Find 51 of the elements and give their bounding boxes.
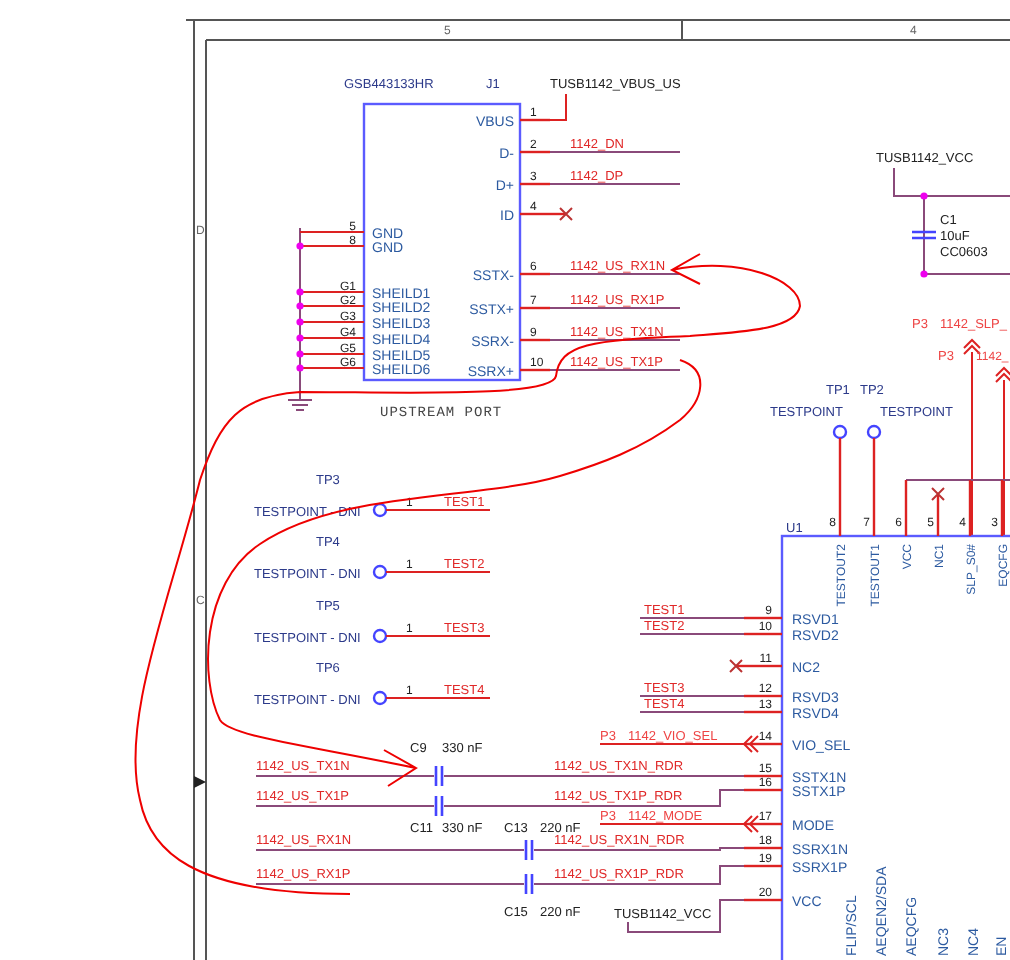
pin-line [299,231,365,233]
junction-dot [296,334,304,342]
pin-line [299,291,365,293]
testpoint-icon [372,690,388,706]
capacitor-icon [524,872,534,896]
junction-dot [296,364,304,372]
ground-icon [287,399,313,411]
wire [639,695,745,697]
testpoint-icon [372,628,388,644]
offpage-arrow-icon [742,735,759,753]
pin-line [299,245,365,247]
capacitor-icon [434,764,444,788]
junction-dot [296,318,304,326]
junction-dot [296,242,304,250]
wire [639,617,745,619]
junction-dot [920,270,928,278]
no-connect-icon [559,207,573,221]
junction-dot [296,350,304,358]
offpage-arrow-icon [963,338,981,355]
pin-line [299,367,365,369]
junction-dot [296,288,304,296]
offpage-arrow-icon [742,815,759,833]
arrow-icon [194,776,206,788]
capacitor-icon [910,230,938,240]
wire [549,369,681,371]
wire [639,711,745,713]
junction-dot [920,192,928,200]
offpage-arrow-icon [995,366,1010,383]
pin-line [299,337,365,339]
pin-line [299,305,365,307]
wire [549,151,681,153]
testpoint-icon [866,424,882,440]
pin-line [299,353,365,355]
wire [549,273,681,275]
capacitor-icon [434,794,444,818]
no-connect-icon [729,659,743,673]
testpoint-icon [372,564,388,580]
pin-line [299,321,365,323]
testpoint-icon [372,502,388,518]
pin-line [385,635,491,637]
wire [549,339,681,341]
capacitor-icon [524,838,534,862]
pin-line [385,697,491,699]
junction-dot [296,302,304,310]
pin-line [385,509,491,511]
wire [549,183,681,185]
wire [549,307,681,309]
no-connect-icon [931,487,945,501]
wire [639,633,745,635]
pin-line [385,571,491,573]
testpoint-icon [832,424,848,440]
